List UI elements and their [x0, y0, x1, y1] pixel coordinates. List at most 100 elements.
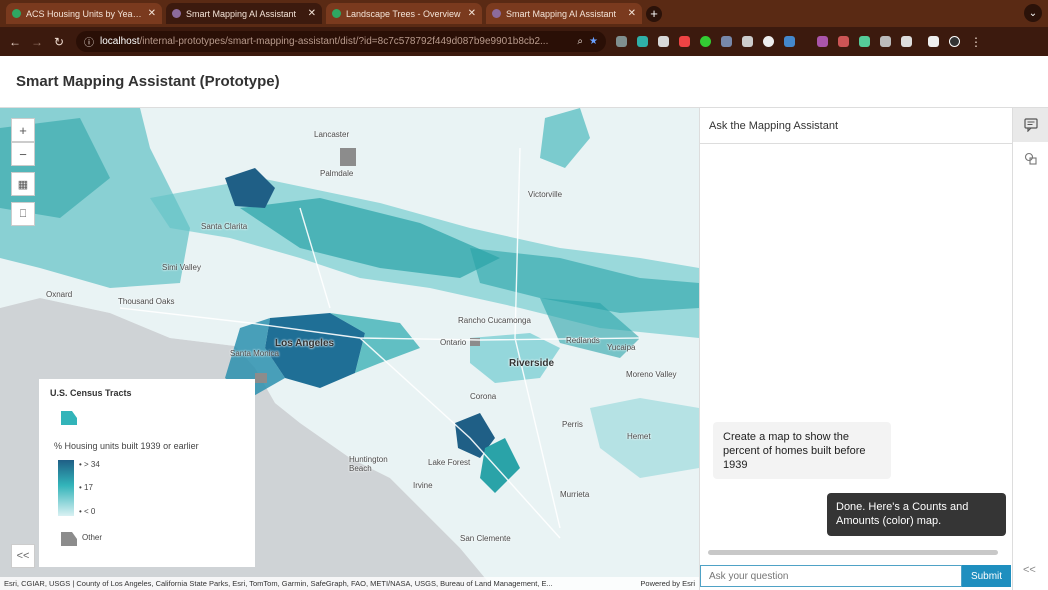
place-label: Rancho Cucamonga — [458, 316, 531, 325]
map-attribution: Esri, CGIAR, USGS | County of Los Angele… — [0, 577, 699, 590]
place-label: Oxnard — [46, 290, 73, 299]
panel-header: Ask the Mapping Assistant — [700, 108, 1012, 144]
place-label: Hemet — [627, 432, 651, 441]
legend-ramp-mid: • 17 — [79, 483, 93, 492]
browser-tab-1[interactable]: Smart Mapping AI Assistant ✕ — [166, 3, 322, 24]
expand-button[interactable]: << — [11, 544, 35, 568]
tab-title: Smart Mapping AI Assistant — [506, 8, 617, 19]
back-icon[interactable]: ← — [4, 35, 26, 49]
side-panel-icon[interactable] — [928, 36, 939, 47]
browser-tab-3[interactable]: Smart Mapping AI Assistant ✕ — [486, 3, 642, 24]
extension-icon[interactable] — [679, 36, 690, 47]
place-label: Corona — [470, 392, 497, 401]
close-icon[interactable]: ✕ — [148, 8, 156, 19]
chat-icon — [1023, 118, 1038, 132]
extension-icon[interactable] — [721, 36, 732, 47]
place-label: Perris — [562, 420, 583, 429]
browser-menu-icon[interactable]: ⋮ — [970, 35, 982, 49]
avatar[interactable] — [949, 36, 960, 47]
tab-favicon — [492, 9, 501, 18]
assistant-message: Done. Here's a Counts and Amounts (color… — [827, 493, 1006, 536]
reload-icon[interactable]: ↻ — [48, 35, 70, 49]
address-bar[interactable]: ⓘ localhost/internal-prototypes/smart-ma… — [76, 31, 606, 52]
extension-icon[interactable] — [700, 36, 711, 47]
user-message: Create a map to show the percent of home… — [713, 422, 891, 479]
place-label: Los Angeles — [275, 338, 335, 349]
puzzle-extensions-icon[interactable] — [901, 36, 912, 47]
layers-tool-icon[interactable] — [1013, 142, 1048, 176]
place-label: Victorville — [528, 190, 563, 199]
tab-title: Smart Mapping AI Assistant — [186, 8, 297, 19]
place-label: Santa Clarita — [201, 222, 248, 231]
place-label: Ontario — [440, 338, 467, 347]
assistant-panel: Ask the Mapping Assistant Create a map t… — [699, 108, 1012, 590]
zoom-icon[interactable]: ⌕ — [577, 36, 583, 47]
submit-button[interactable]: Submit — [962, 565, 1011, 587]
chat-scrollbar[interactable] — [708, 550, 998, 555]
extension-icon[interactable] — [742, 36, 753, 47]
place-label: Thousand Oaks — [118, 297, 175, 306]
place-label: Riverside — [509, 358, 555, 369]
legend-other-swatch — [61, 532, 77, 546]
question-input[interactable] — [700, 565, 962, 587]
site-info-icon[interactable]: ⓘ — [84, 34, 94, 49]
place-label: Lake Forest — [428, 458, 471, 467]
map-legend: U.S. Census Tracts % Housing units built… — [39, 379, 255, 567]
forward-icon[interactable]: → — [26, 35, 48, 49]
place-label: San Clemente — [460, 534, 511, 543]
legend-ramp-low: • < 0 — [79, 507, 96, 516]
zoom-out-button[interactable]: − — [11, 142, 35, 166]
place-label: Lancaster — [314, 130, 350, 139]
place-label: Moreno Valley — [626, 370, 677, 379]
legend-layer-title: U.S. Census Tracts — [50, 388, 132, 398]
tab-search-chevron-icon[interactable]: ⌄ — [1024, 4, 1042, 22]
place-label: Simi Valley — [162, 263, 201, 272]
browser-toolbar: ← → ↻ ⓘ localhost/internal-prototypes/sm… — [0, 27, 1048, 56]
place-label: Murrieta — [560, 490, 590, 499]
legend-color-ramp — [58, 460, 74, 516]
zoom-in-button[interactable]: + — [11, 118, 35, 142]
bookmark-star-icon[interactable]: ★ — [589, 36, 598, 47]
extension-icon[interactable] — [838, 36, 849, 47]
basemap-gallery-icon[interactable]: ▦ — [11, 172, 35, 196]
extension-icon[interactable] — [784, 36, 795, 47]
tab-favicon — [12, 9, 21, 18]
tab-favicon — [332, 9, 341, 18]
legend-polygon-swatch — [61, 411, 77, 425]
place-label: Santa Monica — [230, 349, 279, 358]
extension-icon[interactable] — [859, 36, 870, 47]
legend-other-label: Other — [82, 533, 103, 542]
tab-favicon — [172, 9, 181, 18]
place-label: Redlands — [566, 336, 600, 345]
extension-icon[interactable] — [616, 36, 627, 47]
chat-assistant-icon[interactable] — [1013, 108, 1048, 142]
browser-tab-2[interactable]: Landscape Trees - Overview ✕ — [326, 3, 482, 24]
place-label: Palmdale — [320, 169, 354, 178]
legend-ramp-high: • > 34 — [79, 460, 100, 469]
map-view[interactable]: Lancaster Palmdale Victorville Santa Cla… — [0, 108, 699, 590]
url-text: localhost/internal-prototypes/smart-mapp… — [100, 36, 549, 47]
extension-icon[interactable] — [637, 36, 648, 47]
close-icon[interactable]: ✕ — [628, 8, 636, 19]
powered-by[interactable]: Powered by Esri — [640, 579, 695, 588]
close-icon[interactable]: ✕ — [468, 8, 476, 19]
new-tab-button[interactable]: + — [646, 5, 662, 22]
extension-icon[interactable] — [658, 36, 669, 47]
legend-field-label: % Housing units built 1939 or earlier — [54, 441, 199, 451]
place-label: Yucaipa — [607, 343, 636, 352]
place-label: Huntington Beach — [349, 455, 388, 473]
bookmark-icon[interactable]: ⎕ — [11, 202, 35, 226]
app-header: Smart Mapping Assistant (Prototype) — [0, 56, 1048, 108]
place-label: Irvine — [413, 481, 433, 490]
ask-row: Submit — [700, 565, 1013, 590]
close-icon[interactable]: ✕ — [308, 8, 316, 19]
browser-tab-0[interactable]: ACS Housing Units by Year Built ✕ — [6, 3, 162, 24]
extension-icon[interactable] — [880, 36, 891, 47]
extension-icon[interactable] — [817, 36, 828, 47]
collapse-panel-button[interactable]: << — [1023, 564, 1036, 576]
tab-title: Landscape Trees - Overview — [346, 8, 461, 19]
shapes-icon — [1024, 152, 1037, 165]
tab-title: ACS Housing Units by Year Built — [26, 8, 143, 19]
extension-icon[interactable] — [763, 36, 774, 47]
browser-tab-strip: ACS Housing Units by Year Built ✕ Smart … — [0, 0, 1048, 27]
